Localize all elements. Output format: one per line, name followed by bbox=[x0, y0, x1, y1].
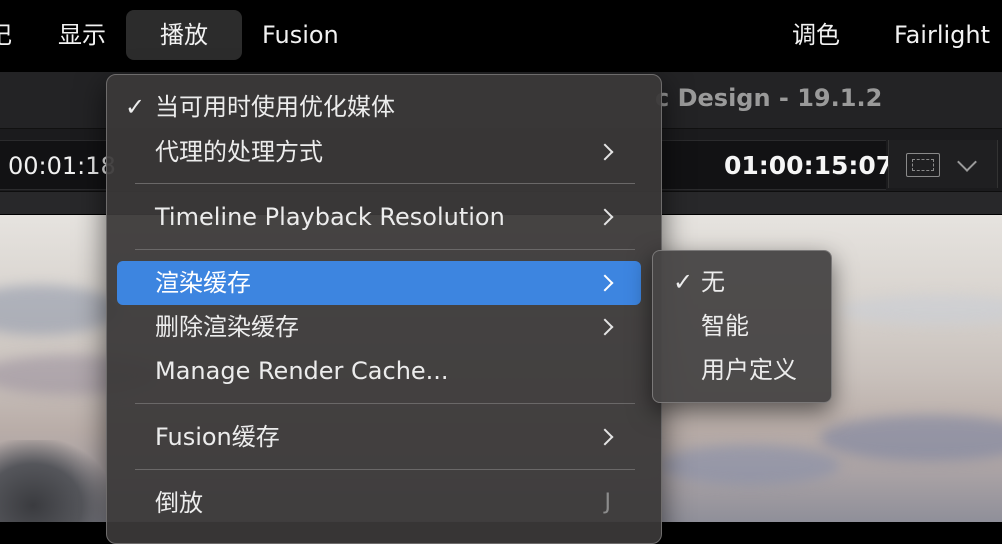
menu-bar-item-fusion[interactable]: Fusion bbox=[262, 10, 339, 60]
cloud-shape bbox=[820, 415, 1002, 461]
menu-item-delete-render-cache[interactable]: 删除渲染缓存 bbox=[117, 305, 641, 349]
menu-bar-item-color[interactable]: 调色 bbox=[792, 10, 840, 60]
source-timecode-display[interactable]: 00:01:18 bbox=[0, 140, 116, 190]
record-timecode: 01:00:15:07 bbox=[724, 151, 894, 180]
source-timecode: 00:01:18 bbox=[8, 152, 116, 180]
menu-item-label: Fusion缓存 bbox=[155, 423, 280, 451]
submenu-item-label: 无 bbox=[701, 268, 725, 296]
menu-separator bbox=[135, 249, 635, 250]
menu-item-label: 代理的处理方式 bbox=[155, 138, 323, 166]
menu-item-label: 倒放 bbox=[155, 489, 203, 517]
menu-bar-item-view[interactable]: 显示 bbox=[58, 10, 106, 60]
menu-item-render-cache[interactable]: 渲染缓存 bbox=[117, 261, 641, 305]
menu-bar: 记 显示 播放 Fusion 调色 Fairlight bbox=[0, 0, 1002, 70]
viewer-foreground-trees bbox=[0, 440, 110, 522]
submenu-item-label: 智能 bbox=[701, 312, 749, 340]
menu-item-proxy-handling[interactable]: 代理的处理方式 bbox=[117, 130, 641, 174]
submenu-item-user[interactable]: 用户定义 bbox=[659, 349, 825, 391]
chevron-right-icon bbox=[596, 274, 614, 292]
menu-item-label: 渲染缓存 bbox=[155, 269, 251, 297]
playback-menu: ✓ 当可用时使用优化媒体 代理的处理方式 Timeline Playback R… bbox=[106, 74, 662, 544]
menu-item-timeline-playback-resolution[interactable]: Timeline Playback Resolution bbox=[117, 195, 641, 239]
viewer-options bbox=[888, 140, 998, 188]
window-title: c Design - 19.1.2 bbox=[655, 84, 883, 112]
submenu-item-smart[interactable]: 智能 bbox=[659, 305, 825, 347]
checkmark-icon: ✓ bbox=[125, 93, 146, 121]
menu-item-manage-render-cache[interactable]: Manage Render Cache... bbox=[117, 349, 641, 393]
cloud-shape bbox=[0, 285, 120, 335]
chevron-right-icon bbox=[596, 318, 614, 336]
menu-separator bbox=[135, 403, 635, 404]
menu-item-label: Manage Render Cache... bbox=[155, 357, 449, 385]
menu-bar-item-partial[interactable]: 记 bbox=[0, 10, 12, 60]
menu-item-fusion-cache[interactable]: Fusion缓存 bbox=[117, 415, 641, 459]
menu-separator bbox=[135, 183, 635, 184]
chevron-right-icon bbox=[596, 143, 614, 161]
menu-item-label: Timeline Playback Resolution bbox=[155, 203, 505, 231]
menu-separator bbox=[135, 469, 635, 470]
cloud-shape bbox=[840, 295, 1002, 325]
submenu-item-label: 用户定义 bbox=[701, 356, 797, 384]
menu-bar-item-playback[interactable]: 播放 bbox=[126, 10, 242, 60]
record-timecode-display[interactable]: 01:00:15:07 bbox=[660, 140, 893, 190]
cloud-shape bbox=[660, 445, 840, 485]
menu-item-play-reverse[interactable]: 倒放 J bbox=[117, 481, 641, 525]
menu-item-label: 删除渲染缓存 bbox=[155, 313, 299, 341]
fit-to-frame-icon[interactable] bbox=[906, 153, 940, 177]
keyboard-shortcut: J bbox=[604, 490, 612, 515]
checkmark-icon: ✓ bbox=[673, 268, 694, 296]
menu-item-use-optimized-media[interactable]: ✓ 当可用时使用优化媒体 bbox=[117, 85, 641, 129]
chevron-right-icon bbox=[596, 208, 614, 226]
render-cache-submenu: ✓ 无 智能 用户定义 bbox=[652, 250, 832, 403]
submenu-item-none[interactable]: ✓ 无 bbox=[659, 261, 825, 303]
menu-bar-item-fairlight[interactable]: Fairlight bbox=[894, 10, 990, 60]
menu-item-label: 当可用时使用优化媒体 bbox=[155, 93, 395, 121]
chevron-right-icon bbox=[596, 428, 614, 446]
